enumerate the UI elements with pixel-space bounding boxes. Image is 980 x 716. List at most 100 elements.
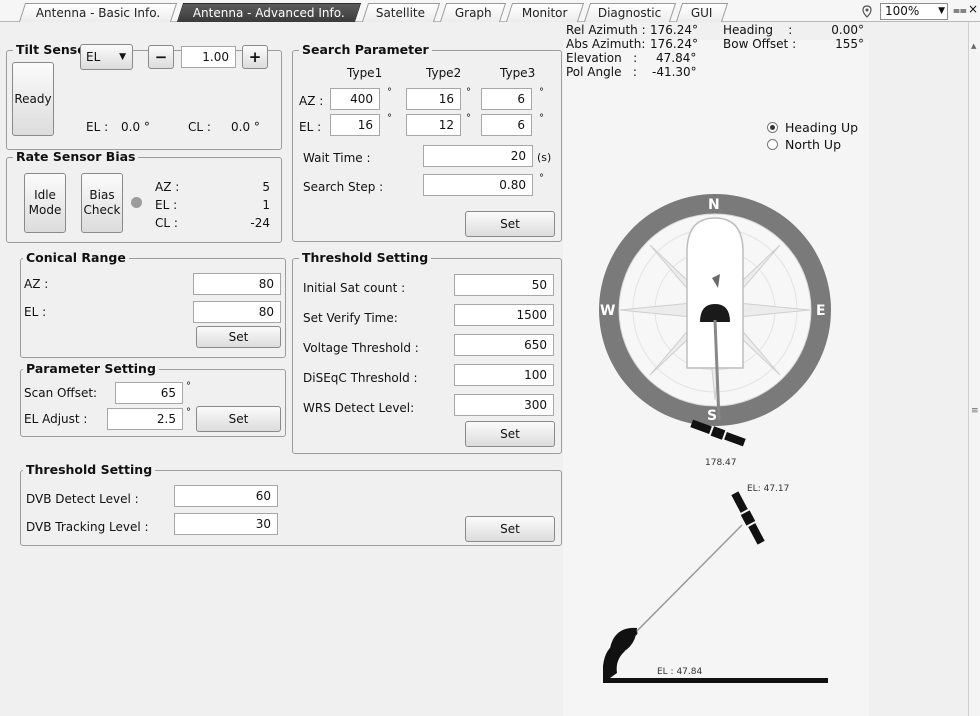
degree-symbol: ° <box>466 87 471 98</box>
compass-east-label: E <box>816 303 826 319</box>
voltage-threshold-label: Voltage Threshold : <box>303 341 419 355</box>
tab-label: Antenna - Basic Info. <box>35 6 160 20</box>
dvb-tracking-level-label: DVB Tracking Level : <box>26 520 149 534</box>
dvb-detect-level-label: DVB Detect Level : <box>26 492 139 506</box>
bias-check-label: Bias Check <box>83 188 121 217</box>
search-az-type1-input[interactable]: 400 <box>330 88 380 110</box>
diseqc-threshold-input[interactable]: 100 <box>454 364 554 386</box>
tab-antenna-advanced-info[interactable]: Antenna - Advanced Info. <box>176 3 362 22</box>
tab-monitor[interactable]: Monitor <box>505 3 585 22</box>
satellite-elevation-icon <box>731 491 765 545</box>
vertical-scrollbar[interactable]: ▲ ≡ <box>968 22 980 716</box>
tilt-cl-value: 0.0 ° <box>231 120 260 134</box>
search-el-type1-input[interactable]: 16 <box>330 114 380 136</box>
satellite-azimuth-label: 178.47 <box>705 458 737 468</box>
scan-offset-label: Scan Offset: <box>24 386 98 400</box>
group-title: Threshold Setting <box>23 463 156 477</box>
dvb-tracking-level-input[interactable]: 30 <box>174 513 278 535</box>
bias-check-button[interactable]: Bias Check <box>81 173 123 233</box>
tab-gui[interactable]: GUI <box>675 3 729 22</box>
voltage-threshold-input[interactable]: 650 <box>454 334 554 356</box>
pol-angle-value: -41.30° <box>652 65 697 79</box>
heading-up-radio[interactable] <box>767 122 778 133</box>
type2-header: Type2 <box>426 66 462 80</box>
location-pin-icon[interactable] <box>862 5 872 18</box>
degree-symbol: ° <box>539 173 544 184</box>
degree-symbol: ° <box>539 113 544 124</box>
tab-diagnostic[interactable]: Diagnostic <box>583 3 677 22</box>
axis-select[interactable]: EL ▼ <box>80 44 133 70</box>
zoom-select[interactable]: 100% ▼ <box>880 3 948 20</box>
scroll-grip-icon[interactable]: ≡ <box>971 406 979 416</box>
bow-offset-value: 155° <box>835 37 864 51</box>
tab-label: Diagnostic <box>598 6 662 20</box>
set-label: Set <box>500 427 520 441</box>
tab-label: Monitor <box>522 6 568 20</box>
satellite-elevation-label: EL: 47.17 <box>747 484 789 494</box>
close-icon[interactable]: × <box>968 2 978 16</box>
overflow-menu-icon[interactable]: ⩵ <box>953 3 967 18</box>
antenna-dish-icon <box>609 627 637 656</box>
rate-el-label: EL : <box>155 198 178 212</box>
tilt-bias-input[interactable]: 1.00 <box>181 46 236 68</box>
north-up-radio[interactable] <box>767 139 778 150</box>
tab-satellite[interactable]: Satellite <box>361 3 441 22</box>
tab-antenna-basic-info[interactable]: Antenna - Basic Info. <box>18 3 178 22</box>
set-label: Set <box>500 217 520 231</box>
search-az-type3-input[interactable]: 6 <box>481 88 532 110</box>
wait-time-unit: (s) <box>537 151 552 164</box>
search-step-label: Search Step : <box>303 180 384 194</box>
compass-north-label: N <box>708 197 720 213</box>
dvb-detect-level-input[interactable]: 60 <box>174 485 278 507</box>
search-az-type2-input[interactable]: 16 <box>406 88 461 110</box>
param-set-button[interactable]: Set <box>196 406 281 432</box>
tilt-el-label: EL : <box>86 120 109 134</box>
conical-az-input[interactable]: 80 <box>193 273 281 295</box>
tilt-cl-label: CL : <box>188 120 211 134</box>
group-title: Search Parameter <box>299 43 432 57</box>
north-up-label: North Up <box>785 137 842 152</box>
search-step-input[interactable]: 0.80 <box>423 174 533 196</box>
wait-time-input[interactable]: 20 <box>423 145 533 167</box>
antenna-elevation-label: EL : 47.84 <box>657 667 702 677</box>
dvb-set-button[interactable]: Set <box>465 516 555 542</box>
increment-button[interactable]: + <box>242 45 268 69</box>
tilt-el-value: 0.0 ° <box>121 120 150 134</box>
tab-graph[interactable]: Graph <box>439 3 507 22</box>
conical-az-label: AZ : <box>24 277 49 291</box>
set-verify-time-label: Set Verify Time: <box>303 311 398 325</box>
initial-sat-count-input[interactable]: 50 <box>454 274 554 296</box>
rel-azimuth-label: Rel Azimuth : <box>566 23 646 37</box>
minus-icon: − <box>154 48 168 66</box>
scan-offset-input[interactable]: 65 <box>115 382 183 404</box>
scroll-up-icon[interactable]: ▲ <box>971 42 976 50</box>
wrs-detect-level-input[interactable]: 300 <box>454 394 554 416</box>
search-set-button[interactable]: Set <box>465 211 555 237</box>
search-el-type2-input[interactable]: 12 <box>406 114 461 136</box>
type1-header: Type1 <box>347 66 383 80</box>
search-el-type3-input[interactable]: 6 <box>481 114 532 136</box>
tilt-sensor-bias-group: Tilt Sensor Bias Ready <box>6 43 282 150</box>
group-title: Rate Sensor Bias <box>13 150 139 164</box>
elevation-view: EL: 47.17 EL : 47.84 <box>603 484 828 683</box>
group-title: Parameter Setting <box>23 362 159 376</box>
set-verify-time-input[interactable]: 1500 <box>454 304 554 326</box>
threshold-set-button[interactable]: Set <box>465 421 555 447</box>
idle-mode-button[interactable]: Idle Mode <box>24 173 66 233</box>
degree-symbol: ° <box>186 407 191 418</box>
degree-symbol: ° <box>186 381 191 392</box>
initial-sat-count-label: Initial Sat count : <box>303 281 406 295</box>
status-indicator <box>131 197 142 208</box>
ready-button[interactable]: Ready <box>12 62 54 136</box>
zoom-value: 100% <box>885 4 920 18</box>
degree-symbol: ° <box>539 87 544 98</box>
tab-label: Satellite <box>376 6 426 20</box>
conical-set-button[interactable]: Set <box>196 326 281 348</box>
rate-cl-value: -24 <box>250 216 270 230</box>
rate-el-value: 1 <box>262 198 270 212</box>
decrement-button[interactable]: − <box>148 45 174 69</box>
el-adjust-input[interactable]: 2.5 <box>107 408 183 430</box>
degree-symbol: ° <box>387 113 392 124</box>
tab-label: GUI <box>691 6 713 20</box>
conical-el-input[interactable]: 80 <box>193 301 281 323</box>
